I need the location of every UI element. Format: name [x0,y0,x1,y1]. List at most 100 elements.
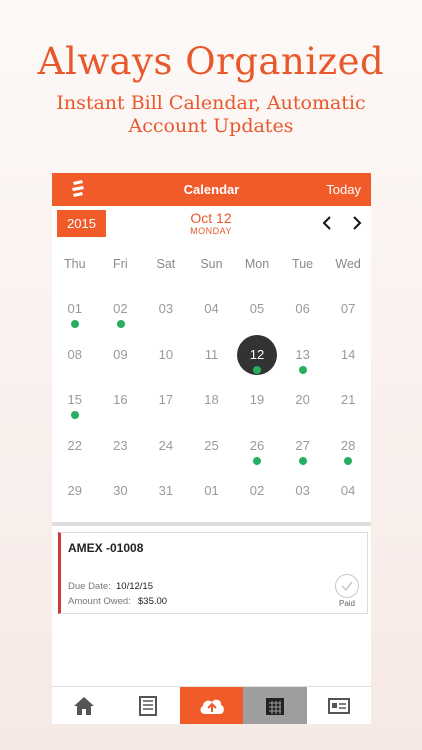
day-number: 23 [113,437,128,453]
day-cell[interactable]: 15 [52,378,98,424]
day-number: 20 [295,392,310,408]
day-number: 31 [158,483,174,499]
weekday-thu: Thu [64,257,86,271]
bill-card[interactable]: AMEX -01008 Due Date: 10/12/15 Amount Ow… [58,532,368,614]
day-number: 06 [295,301,310,316]
day-cell[interactable]: 14 [325,333,371,379]
day-cell[interactable]: 08 [52,333,98,379]
day-cell[interactable]: 01 [189,469,235,515]
card-icon [328,698,351,714]
day-number: 04 [340,483,356,499]
day-cell[interactable]: 22 [52,424,98,470]
day-cell[interactable]: 19 [234,378,280,424]
day-number: 12 [249,346,265,362]
tab-calendar[interactable] [243,687,308,724]
day-cell[interactable]: 31 [143,469,189,515]
day-cell[interactable]: 24 [143,424,189,470]
day-number: 25 [204,437,219,453]
tab-statements[interactable] [116,687,180,724]
day-cell[interactable]: 04 [189,287,235,333]
day-cell[interactable]: 25 [189,424,235,470]
bill-due-dot-icon [116,320,125,328]
day-number: 08 [67,346,83,362]
day-cell[interactable]: 07 [325,287,371,333]
home-icon [74,697,94,715]
day-number: 14 [340,346,356,362]
day-cell[interactable]: 11 [189,333,235,379]
day-cell[interactable]: 28 [325,424,371,470]
day-number: 18 [204,392,219,408]
day-number: 10 [158,346,174,362]
day-cell[interactable]: 03 [143,287,189,333]
weekday-sat: Sat [156,257,176,271]
tab-upload[interactable] [179,687,244,724]
weekday-header: Thu Fri Sat Sun Mon Tue Wed [52,257,371,273]
calendar-icon [266,698,285,715]
weekday-sun: Sun [200,257,223,271]
day-cell[interactable]: 02 [98,287,144,333]
bill-due-dot-icon [298,365,307,374]
today-button[interactable]: Today [326,182,361,197]
day-number: 01 [204,483,219,499]
bill-due-dot-icon [71,320,79,328]
day-cell[interactable]: 18 [189,378,235,424]
day-number: 04 [204,301,219,316]
day-number: 05 [249,301,265,316]
day-number: 16 [113,392,128,408]
subline: Instant Bill Calendar, Automatic Account… [56,92,366,137]
day-number: 13 [295,346,310,362]
top-bar: Calendar Today [52,173,371,206]
day-number: 15 [67,392,83,408]
day-cell[interactable]: 13 [280,333,326,379]
day-cell[interactable]: 26 [234,424,280,470]
paid-check-icon[interactable] [335,574,359,598]
day-cell[interactable]: 06 [280,287,326,333]
day-number: 02 [249,483,265,499]
bill-name: AMEX -01008 [68,541,144,555]
year-button[interactable]: 2015 [57,210,106,237]
day-cell[interactable]: 23 [98,424,144,470]
day-cell[interactable]: 09 [98,333,144,379]
selected-date-label: Oct 12 [190,210,232,226]
previous-month-button[interactable] [318,213,338,233]
day-cell[interactable]: 16 [98,378,144,424]
day-cell[interactable]: 05 [234,287,280,333]
headline: Always Organized [37,40,385,83]
day-number: 29 [67,483,83,499]
day-cell-selected[interactable]: 12 [234,333,280,379]
day-cell[interactable]: 03 [280,469,326,515]
day-number: 01 [67,301,83,316]
tab-cards[interactable] [307,687,371,724]
day-number: 17 [158,392,174,408]
bill-due-dot-icon [344,456,353,465]
day-cell[interactable]: 01 [52,287,98,333]
weekday-wed: Wed [335,257,361,271]
paid-status: Paid [338,599,355,608]
tab-home[interactable] [52,687,116,724]
day-cell[interactable]: 29 [52,469,98,515]
day-number: 30 [113,483,128,499]
day-number: 26 [249,437,265,453]
day-number: 02 [113,301,128,316]
bill-due-dot-icon [298,456,307,465]
day-cell[interactable]: 27 [280,424,326,470]
day-number: 22 [67,437,83,453]
day-cell[interactable]: 04 [325,469,371,515]
day-cell[interactable]: 30 [98,469,144,515]
screen-title: Calendar [183,182,240,197]
weekday-fri: Fri [113,257,128,271]
next-month-button[interactable] [346,213,366,233]
calendar-grid: 01 02 03 04 05 06 07 08 09 10 11 12 13 14 15 16 17 18 19 20… [52,287,371,515]
app-screen: Calendar Today 2015 Oct 12 MONDAY Thu Fri… [52,173,371,724]
day-number: 03 [158,301,174,316]
day-cell[interactable]: 10 [143,333,189,379]
weekday-mon: Mon [244,257,270,271]
day-cell[interactable]: 02 [234,469,280,515]
bill-due-dot-icon [71,411,79,420]
statements-icon [138,696,157,716]
day-cell[interactable]: 20 [280,378,326,424]
day-cell[interactable]: 17 [143,378,189,424]
tab-bar [52,686,371,724]
day-cell[interactable]: 21 [325,378,371,424]
weekday-tue: Tue [292,257,314,271]
